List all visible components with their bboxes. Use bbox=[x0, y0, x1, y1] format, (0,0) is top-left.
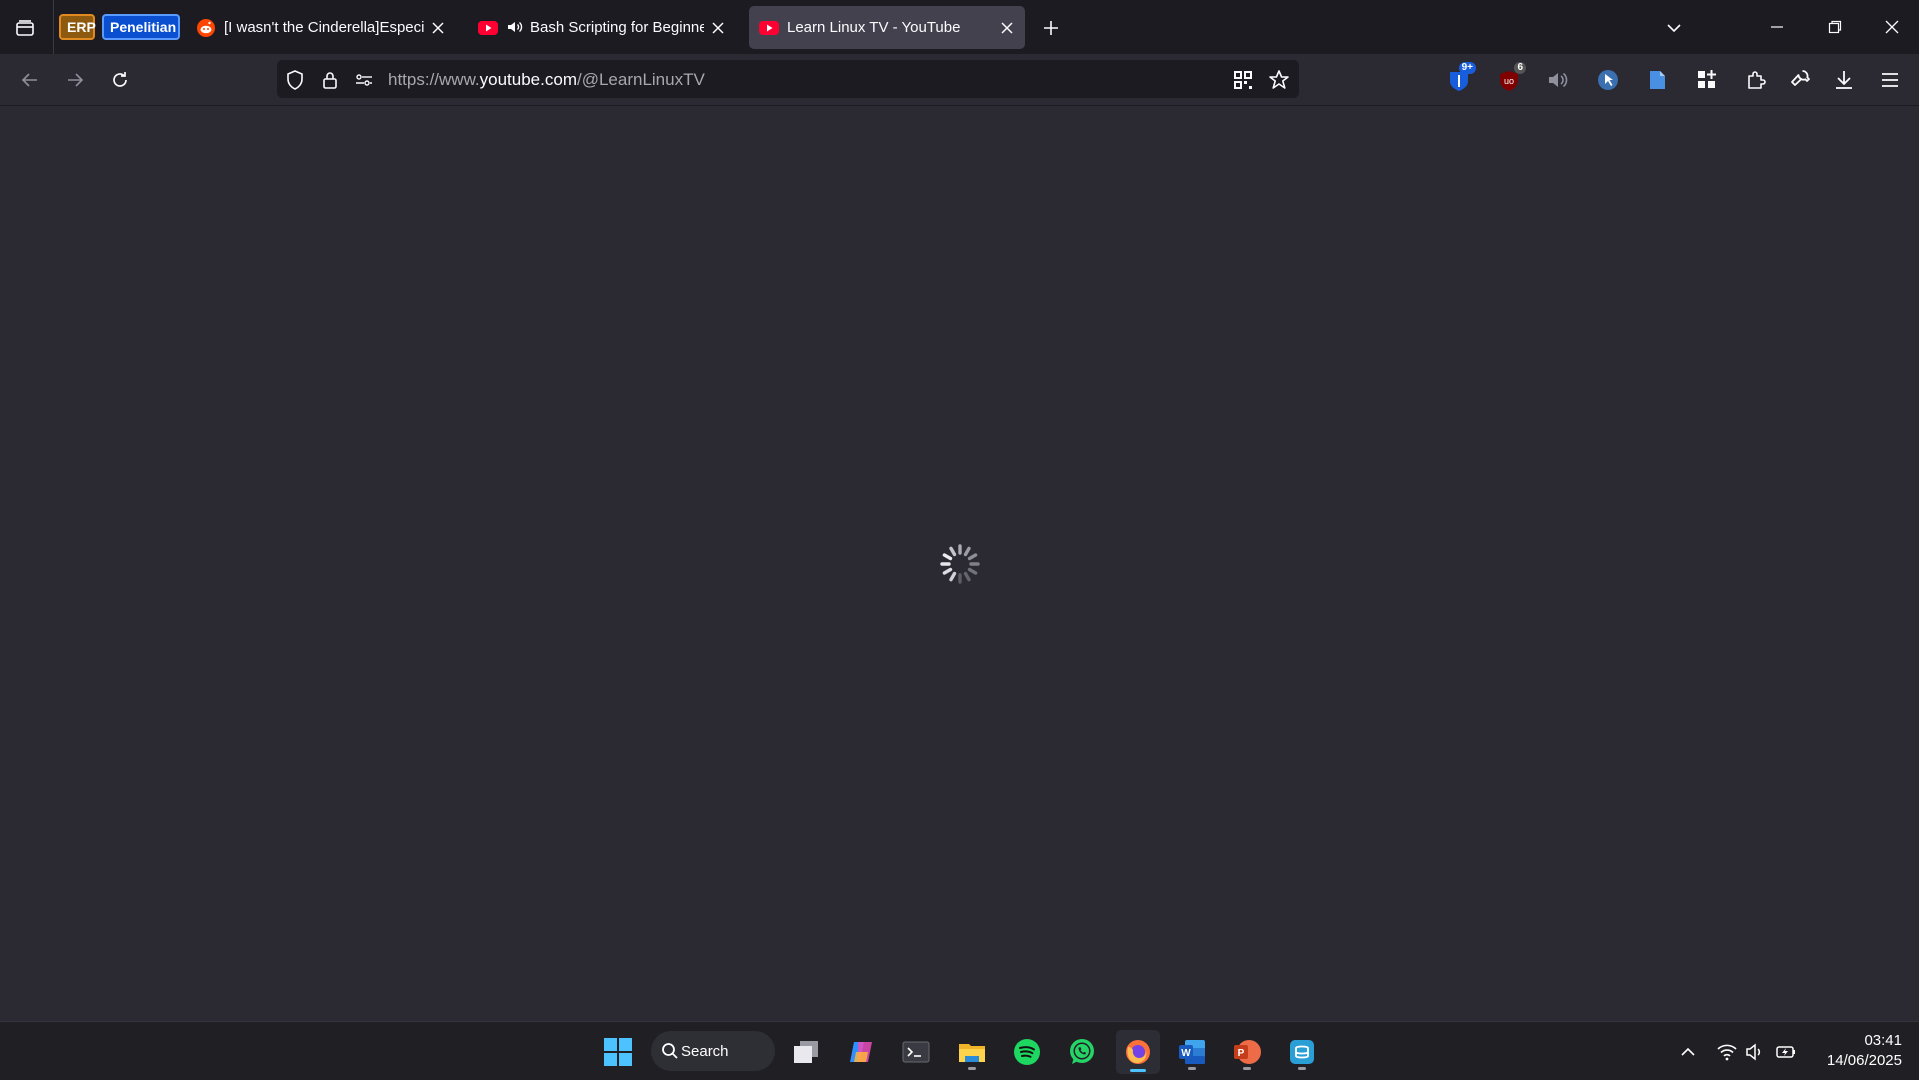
wrench-icon[interactable] bbox=[1784, 62, 1816, 96]
tab-strip-divider bbox=[53, 0, 54, 54]
speaker-icon[interactable] bbox=[1744, 1041, 1766, 1063]
navigation-toolbar: https://www.youtube.com/@LearnLinuxTV 9+… bbox=[0, 54, 1919, 106]
url-bar[interactable]: https://www.youtube.com/@LearnLinuxTV bbox=[277, 60, 1299, 98]
close-tab-icon[interactable] bbox=[710, 20, 726, 36]
lock-icon[interactable] bbox=[319, 69, 341, 91]
search-label: Search bbox=[681, 1042, 729, 1060]
extension-badge: 6 bbox=[1514, 62, 1526, 74]
reddit-icon bbox=[196, 18, 216, 38]
tab-strip: ERP Penelitian [I wasn't the Cinderella]… bbox=[0, 0, 1919, 54]
windows-start-icon[interactable] bbox=[598, 1032, 638, 1072]
extension-badge: 9+ bbox=[1458, 62, 1476, 74]
running-indicator bbox=[968, 1067, 976, 1070]
url-path: /@LearnLinuxTV bbox=[576, 70, 705, 89]
volume-icon[interactable] bbox=[1542, 62, 1574, 96]
file-explorer-icon[interactable] bbox=[952, 1032, 992, 1072]
extensions-puzzle-icon[interactable] bbox=[1740, 62, 1772, 96]
apps-grid-icon[interactable] bbox=[1691, 62, 1723, 96]
youtube-icon bbox=[478, 18, 498, 38]
whatsapp-icon[interactable] bbox=[1062, 1032, 1102, 1072]
back-arrow-icon[interactable] bbox=[14, 64, 46, 96]
wifi-icon[interactable] bbox=[1716, 1041, 1738, 1063]
bookmark-star-icon[interactable] bbox=[1267, 68, 1291, 92]
clock-time: 03:41 bbox=[1864, 1032, 1902, 1049]
word-icon[interactable]: W bbox=[1172, 1032, 1212, 1072]
firefox-icon[interactable] bbox=[1116, 1030, 1160, 1074]
svg-text:P: P bbox=[1238, 1048, 1245, 1059]
taskbar-search-button[interactable]: Search bbox=[651, 1031, 775, 1071]
powerpoint-icon[interactable]: P bbox=[1227, 1032, 1267, 1072]
task-view-icon[interactable] bbox=[786, 1032, 826, 1072]
restore-icon[interactable] bbox=[1820, 12, 1850, 42]
hamburger-menu-icon[interactable] bbox=[1874, 62, 1906, 96]
tab-reddit[interactable]: [I wasn't the Cinderella]Especially bbox=[186, 6, 456, 49]
firefox-view-icon[interactable] bbox=[10, 13, 40, 43]
tab-group-penelitian[interactable]: Penelitian bbox=[102, 14, 180, 40]
running-indicator bbox=[1243, 1067, 1251, 1070]
forward-arrow-icon[interactable] bbox=[59, 64, 91, 96]
tab-learn-linux-tv[interactable]: Learn Linux TV - YouTube bbox=[749, 6, 1025, 49]
copilot-icon[interactable] bbox=[841, 1032, 881, 1072]
system-clock[interactable]: 03:41 14/06/2025 bbox=[1810, 1031, 1902, 1071]
url-text[interactable]: https://www.youtube.com/@LearnLinuxTV bbox=[388, 70, 705, 90]
running-indicator bbox=[1188, 1067, 1196, 1070]
close-window-icon[interactable] bbox=[1877, 12, 1907, 42]
speaker-playing-icon[interactable] bbox=[506, 18, 524, 38]
downloads-icon[interactable] bbox=[1828, 62, 1860, 96]
database-app-icon[interactable] bbox=[1282, 1032, 1322, 1072]
close-tab-icon[interactable] bbox=[430, 20, 446, 36]
windows-taskbar: Search W P 03:41 14/06/2025 bbox=[0, 1021, 1919, 1080]
tab-title: [I wasn't the Cinderella]Especially bbox=[224, 19, 424, 36]
battery-charging-icon[interactable] bbox=[1775, 1041, 1797, 1063]
terminal-icon[interactable] bbox=[896, 1032, 936, 1072]
spotify-icon[interactable] bbox=[1007, 1032, 1047, 1072]
tab-group-erp[interactable]: ERP bbox=[59, 14, 96, 40]
qr-code-icon[interactable] bbox=[1232, 69, 1254, 91]
cursor-extension-icon[interactable] bbox=[1592, 62, 1624, 96]
ublock-icon[interactable]: uo 6 bbox=[1494, 62, 1526, 96]
clock-date: 14/06/2025 bbox=[1826, 1052, 1902, 1069]
permissions-icon[interactable] bbox=[353, 69, 375, 91]
url-scheme: https://www. bbox=[388, 70, 480, 89]
chevron-down-icon[interactable] bbox=[1660, 14, 1688, 42]
tab-title: Bash Scripting for Beginners bbox=[530, 19, 704, 36]
search-icon bbox=[662, 1043, 678, 1059]
close-tab-icon[interactable] bbox=[999, 20, 1015, 36]
chevron-up-icon[interactable] bbox=[1677, 1041, 1699, 1063]
active-indicator bbox=[1130, 1069, 1146, 1072]
youtube-icon bbox=[759, 18, 779, 38]
svg-text:uo: uo bbox=[1504, 76, 1514, 86]
loading-spinner-icon bbox=[938, 542, 982, 586]
url-host: youtube.com bbox=[479, 70, 577, 89]
document-icon[interactable] bbox=[1641, 62, 1673, 96]
new-tab-plus-icon[interactable] bbox=[1037, 14, 1065, 42]
bitwarden-icon[interactable]: 9+ bbox=[1444, 62, 1476, 96]
minimize-icon[interactable] bbox=[1762, 12, 1792, 42]
svg-text:W: W bbox=[1181, 1048, 1191, 1059]
running-indicator bbox=[1298, 1067, 1306, 1070]
tab-bash-scripting[interactable]: Bash Scripting for Beginners bbox=[468, 6, 736, 49]
reload-icon[interactable] bbox=[104, 64, 136, 96]
tab-title: Learn Linux TV - YouTube bbox=[787, 19, 961, 36]
tracking-shield-icon[interactable] bbox=[284, 69, 306, 91]
